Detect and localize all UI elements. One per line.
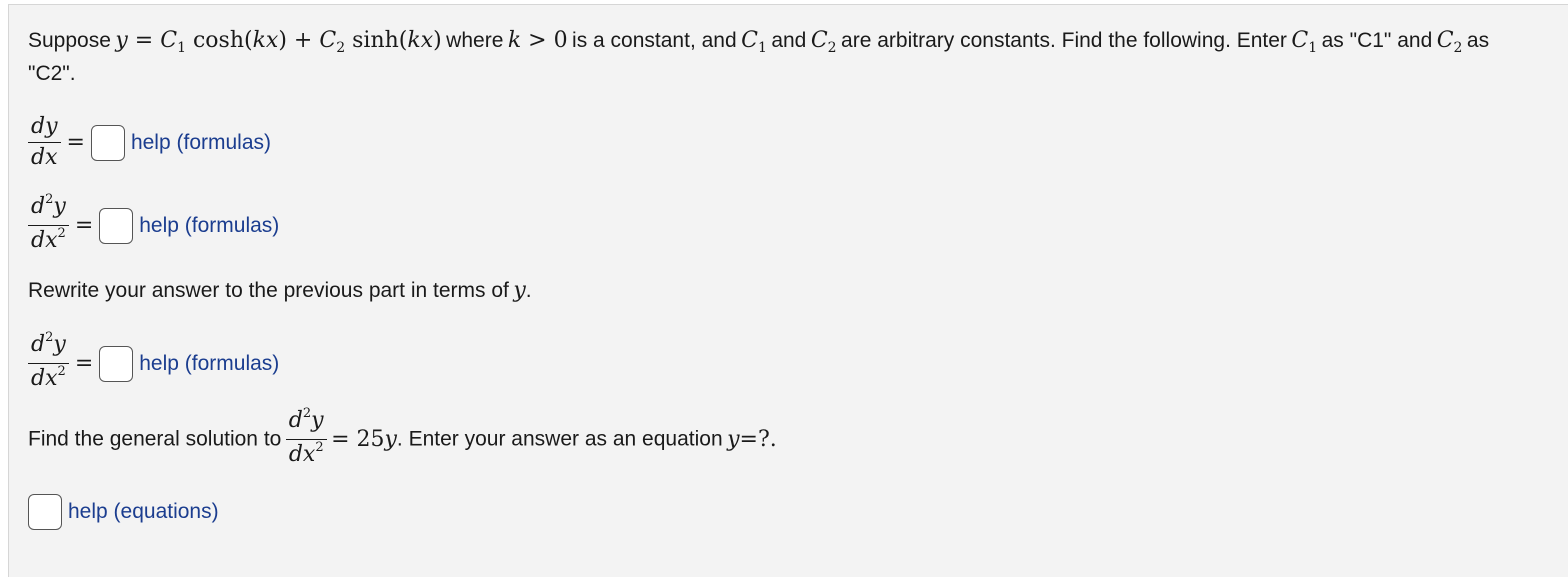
eq-end: =?. bbox=[739, 427, 777, 452]
answer-row-1: dy dx = help (formulas) bbox=[28, 114, 271, 171]
problem-statement: Suppose y = C1 cosh(kx) + C2 sinh(kx) wh… bbox=[28, 28, 1490, 56]
answer-input-3[interactable] bbox=[99, 345, 134, 382]
intro-suppose: Suppose bbox=[28, 29, 111, 52]
answer-row-4: help (equations) bbox=[28, 494, 219, 530]
answer-input-1[interactable] bbox=[90, 124, 125, 161]
math-y-def: y bbox=[115, 28, 128, 53]
intro-line2: "C2". bbox=[28, 62, 76, 85]
general-solution-prompt: Find the general solution to d2y dx2 = 25… bbox=[28, 406, 777, 471]
help-formulas-link[interactable]: help (formulas) bbox=[139, 214, 279, 237]
intro-as2: as bbox=[1466, 29, 1490, 52]
intro-constant: is a constant, and bbox=[572, 29, 737, 52]
answer-input-4[interactable] bbox=[28, 494, 62, 530]
help-formulas-link[interactable]: help (formulas) bbox=[131, 131, 271, 154]
general-prefix: Find the general solution to bbox=[28, 427, 282, 451]
general-suffix: . Enter your answer as an equation bbox=[396, 427, 723, 451]
d2y-dx2-fraction: d2y dx2 bbox=[285, 406, 327, 471]
answer-row-3: d2y dx2 = help (formulas) bbox=[28, 330, 279, 395]
rewrite-instruction: Rewrite your answer to the previous part… bbox=[28, 278, 532, 303]
answer-row-2: d2y dx2 = help (formulas) bbox=[28, 192, 279, 257]
answer-input-2[interactable] bbox=[99, 207, 134, 244]
intro-where: where bbox=[446, 29, 504, 52]
rewrite-text: Rewrite your answer to the previous part… bbox=[28, 279, 509, 302]
help-equations-link[interactable]: help (equations) bbox=[68, 500, 219, 523]
rhs-25: = 25 bbox=[331, 427, 385, 452]
intro-arbitrary: are arbitrary constants. Find the follow… bbox=[841, 29, 1287, 52]
d2y-dx2-fraction: d2y dx2 bbox=[28, 192, 69, 257]
dy-dx-fraction: dy dx bbox=[28, 114, 61, 171]
d2y-dx2-fraction: d2y dx2 bbox=[28, 330, 69, 395]
help-formulas-link[interactable]: help (formulas) bbox=[139, 352, 279, 375]
intro-and: and bbox=[771, 29, 807, 52]
intro-as1: as "C1" and bbox=[1321, 29, 1433, 52]
